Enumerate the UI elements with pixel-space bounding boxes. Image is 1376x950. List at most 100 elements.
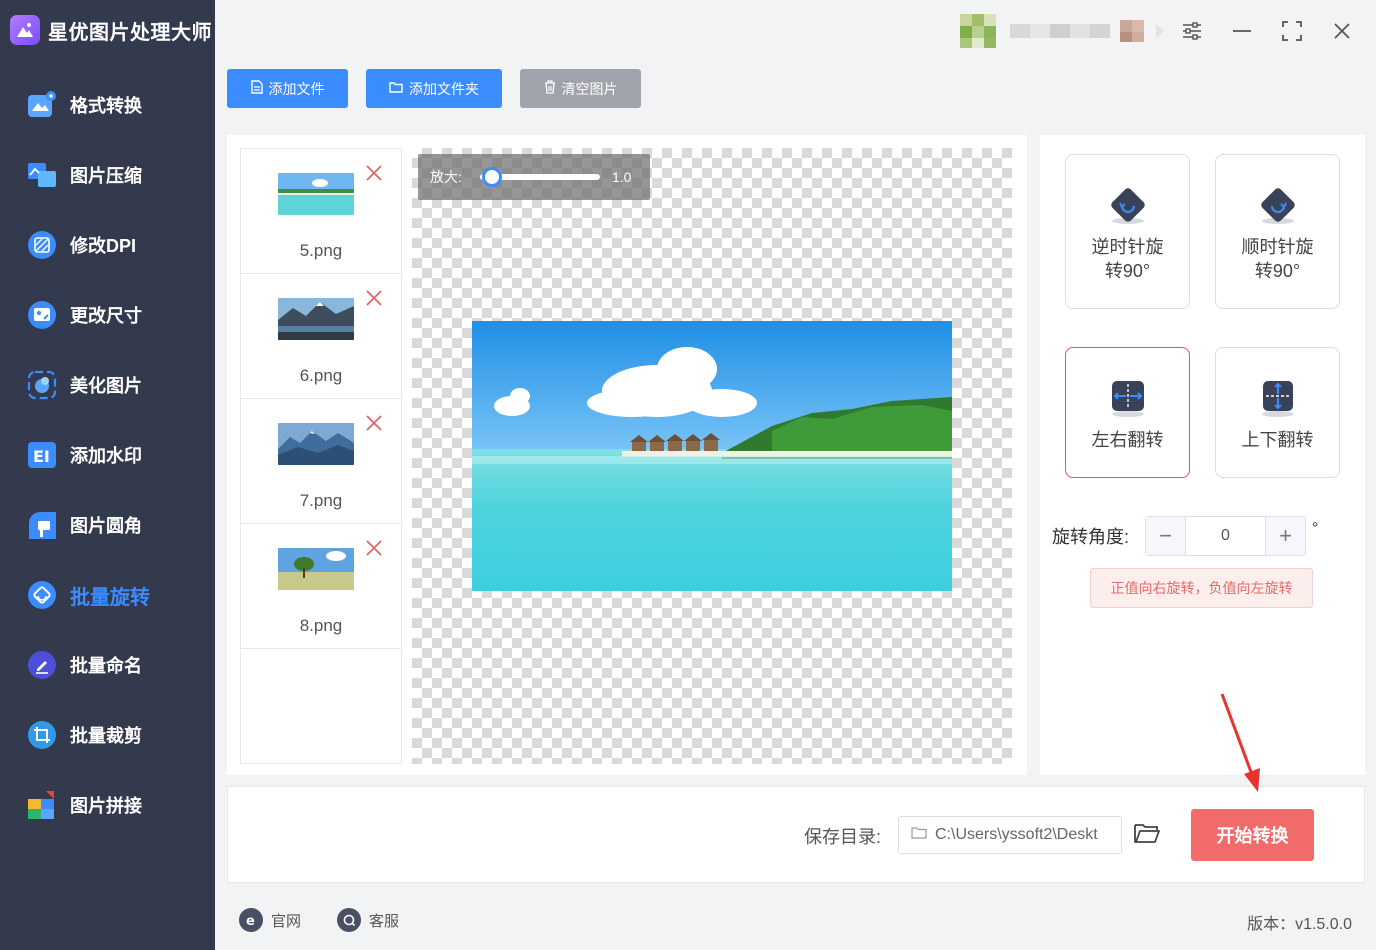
open-folder-icon[interactable]: [1133, 821, 1163, 849]
sidebar-item-label: 格式转换: [70, 96, 142, 116]
toolbar: 添加文件 添加文件夹 清空图片: [227, 69, 641, 108]
app-header: 星优图片处理大师: [10, 12, 212, 48]
dpi-icon: [26, 229, 58, 261]
file-list[interactable]: 5.png 6.png 7.png 8.png: [240, 148, 402, 764]
batch-rename-icon: [26, 649, 58, 681]
sidebar-item-batch-crop[interactable]: 批量裁剪: [0, 700, 215, 770]
flip-horizontal-button[interactable]: 左右翻转: [1065, 347, 1190, 478]
flip-vertical-label: 上下翻转: [1241, 430, 1314, 450]
list-item[interactable]: 7.png: [241, 399, 401, 524]
settings-icon[interactable]: [1177, 16, 1207, 46]
rotate-cw-button[interactable]: 顺时针旋 转90°: [1215, 154, 1340, 309]
sidebar-item-label: 美化图片: [70, 376, 142, 396]
file-thumbnail: [278, 298, 354, 340]
sidebar-item-rounded-corner[interactable]: 图片圆角: [0, 490, 215, 560]
image-compress-icon: [26, 159, 58, 191]
rotate-ccw-button[interactable]: 逆时针旋 转90°: [1065, 154, 1190, 309]
folder-icon: [911, 826, 927, 844]
file-name: 7.png: [299, 491, 343, 510]
sidebar-item-batch-rotate[interactable]: 批量旋转: [0, 560, 215, 630]
degree-unit: °: [1312, 520, 1319, 537]
decrement-button[interactable]: −: [1146, 517, 1186, 555]
watermark-icon: EI: [26, 439, 58, 471]
remove-file-icon[interactable]: [364, 538, 384, 558]
support-link[interactable]: 客服: [337, 908, 399, 932]
image-stitch-icon: [26, 789, 58, 821]
save-directory-input[interactable]: C:\Users\yssoft2\Deskt: [898, 816, 1122, 854]
sidebar-item-label: 修改DPI: [70, 236, 137, 256]
flip-horizontal-label: 左右翻转: [1091, 430, 1164, 450]
footer: e 官网 客服 版本：v1.5.0.0: [215, 890, 1376, 950]
rotation-hint: 正值向右旋转，负值向左旋转: [1090, 568, 1313, 608]
zoom-label: 放大:: [430, 169, 462, 185]
zoom-value: 1.0: [612, 169, 632, 185]
remove-file-icon[interactable]: [364, 288, 384, 308]
sidebar-item-image-stitch[interactable]: 图片拼接: [0, 770, 215, 840]
sidebar-item-image-compress[interactable]: 图片压缩: [0, 140, 215, 210]
sidebar-item-resize[interactable]: 更改尺寸: [0, 280, 215, 350]
sidebar-item-beautify[interactable]: 美化图片: [0, 350, 215, 420]
list-item[interactable]: 6.png: [241, 274, 401, 399]
image-preview-canvas[interactable]: 放大: 1.0: [412, 148, 1012, 764]
window-titlebar: [215, 0, 1376, 62]
sidebar-item-label: 批量旋转: [70, 586, 150, 609]
batch-crop-icon: [26, 719, 58, 751]
rounded-corner-icon: [26, 509, 58, 541]
list-item[interactable]: 8.png: [241, 524, 401, 649]
support-label: 客服: [369, 912, 400, 930]
file-thumbnail: [278, 173, 354, 215]
ie-icon: e: [239, 908, 263, 932]
remove-file-icon[interactable]: [364, 163, 384, 183]
sidebar-nav: 格式转换 图片压缩 修改DPI 更改尺寸 美化图片 EI 添加水印 图片圆角 批…: [0, 70, 215, 840]
clear-images-button[interactable]: 清空图片: [520, 69, 641, 108]
rotate-cw-label: 顺时针旋 转90°: [1241, 237, 1314, 281]
list-item[interactable]: 5.png: [241, 149, 401, 274]
file-name: 6.png: [299, 366, 343, 385]
add-folder-label: 添加文件夹: [409, 80, 479, 97]
app-title: 星优图片处理大师: [48, 21, 212, 44]
user-avatar[interactable]: [960, 14, 1170, 48]
flip-vertical-button[interactable]: 上下翻转: [1215, 347, 1340, 478]
svg-text:e: e: [246, 914, 255, 927]
image-workspace: 5.png 6.png 7.png 8.png 放大: 1.0: [227, 135, 1027, 775]
sidebar-item-label: 批量命名: [70, 656, 142, 676]
add-file-button[interactable]: 添加文件: [227, 69, 348, 108]
beautify-icon: [26, 369, 58, 401]
sidebar-item-label: 批量裁剪: [70, 726, 142, 746]
preview-image: [472, 321, 952, 591]
operations-panel: 逆时针旋 转90° 顺时针旋 转90° 左右翻转 上下翻转 旋转角度: − + …: [1040, 135, 1365, 775]
sidebar-item-dpi[interactable]: 修改DPI: [0, 210, 215, 280]
sidebar-item-batch-rename[interactable]: 批量命名: [0, 630, 215, 700]
flip-horizontal-icon: [1106, 376, 1150, 420]
file-name: 5.png: [299, 241, 343, 260]
sidebar-item-label: 图片圆角: [70, 516, 142, 536]
sidebar-item-label: 添加水印: [70, 446, 142, 466]
rotation-angle-label: 旋转角度:: [1052, 527, 1130, 547]
zoom-slider-handle[interactable]: [482, 167, 502, 187]
sidebar-item-format-convert[interactable]: 格式转换: [0, 70, 215, 140]
remove-file-icon[interactable]: [364, 413, 384, 433]
rotation-angle-stepper: − +: [1145, 516, 1306, 556]
file-thumbnail: [278, 548, 354, 590]
add-file-label: 添加文件: [268, 80, 325, 97]
format-convert-icon: [26, 89, 58, 121]
zoom-slider[interactable]: [480, 167, 600, 187]
image-logo-icon: [10, 15, 40, 45]
add-folder-button[interactable]: 添加文件夹: [366, 69, 502, 108]
close-icon[interactable]: [1327, 16, 1357, 46]
website-link[interactable]: e 官网: [239, 908, 301, 932]
rotation-angle-input[interactable]: [1186, 517, 1265, 555]
sidebar-item-watermark[interactable]: EI 添加水印: [0, 420, 215, 490]
website-label: 官网: [271, 912, 302, 930]
minimize-icon[interactable]: [1227, 16, 1257, 46]
customer-service-icon: [337, 908, 361, 932]
file-icon: [250, 80, 263, 97]
sidebar-item-label: 图片压缩: [70, 166, 142, 186]
start-convert-button[interactable]: 开始转换: [1191, 809, 1314, 861]
maximize-icon[interactable]: [1277, 16, 1307, 46]
rotate-left-icon: [1106, 183, 1150, 227]
rotate-ccw-label: 逆时针旋 转90°: [1091, 237, 1164, 281]
batch-rotate-icon: [26, 579, 58, 611]
increment-button[interactable]: +: [1265, 517, 1305, 555]
rotate-right-icon: [1256, 183, 1300, 227]
